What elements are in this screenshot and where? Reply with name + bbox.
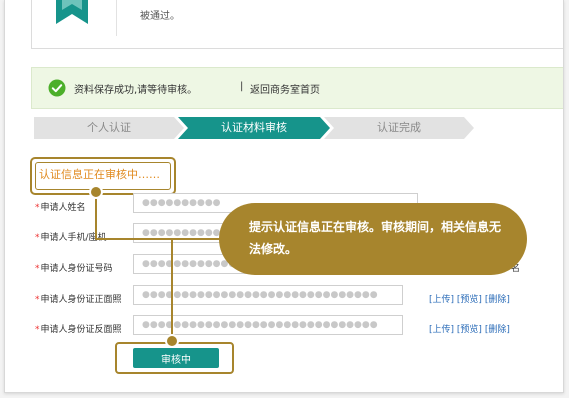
upload-link[interactable]: [上传] <box>429 295 454 305</box>
field-label-id-front: *申请人身份证正面照 <box>35 292 122 305</box>
label-text: 申请人身份证号码 <box>40 264 113 274</box>
preview-link[interactable]: [预览] <box>457 325 482 335</box>
progress-steps: 个人认证 认证材料审核 认证完成 <box>34 117 484 139</box>
field-label-id-back: *申请人身份证反面照 <box>35 322 122 335</box>
label-text: 申请人身份证正面照 <box>40 295 122 305</box>
label-text: 申请人姓名 <box>40 203 86 213</box>
step-auth-complete: 认证完成 <box>324 117 474 139</box>
required-mark: * <box>35 264 40 274</box>
certificate-note: 被通过。 <box>140 11 180 22</box>
check-circle-icon <box>48 79 66 97</box>
card-divider <box>116 0 117 36</box>
success-message: 资料保存成功,请等待审核。 <box>74 85 198 96</box>
step-material-review: 认证材料审核 <box>178 117 330 139</box>
connector-horizontal <box>95 238 221 240</box>
required-mark: * <box>35 203 40 213</box>
status-text: 认证信息正在审核中…… <box>35 162 171 190</box>
required-mark: * <box>35 325 40 335</box>
required-mark: * <box>35 295 40 305</box>
field-label-id-number: *申请人身份证号码 <box>35 261 113 274</box>
id-front-actions: [上传] [预览] [删除] <box>429 292 510 305</box>
status-highlight: 认证信息正在审核中…… <box>30 157 176 195</box>
certificate-card: 被通过。 <box>31 0 563 49</box>
success-bar: 资料保存成功,请等待审核。 | 返回商务室首页 <box>31 67 563 109</box>
id-back-photo-input[interactable] <box>133 315 403 335</box>
id-back-actions: [上传] [预览] [删除] <box>429 322 510 335</box>
delete-link[interactable]: [删除] <box>485 325 510 335</box>
tooltip-bubble: 提示认证信息正在审核。审核期间，相关信息无法修改。 <box>219 203 527 275</box>
id-front-photo-input[interactable] <box>133 285 403 305</box>
connector-vertical-right <box>171 239 173 342</box>
under-review-button[interactable]: 审核中 <box>133 348 219 368</box>
return-home-link[interactable]: 返回商务室首页 <box>250 81 320 96</box>
success-separator: | <box>240 81 244 92</box>
required-mark: * <box>35 233 40 243</box>
delete-link[interactable]: [删除] <box>485 295 510 305</box>
upload-link[interactable]: [上传] <box>429 325 454 335</box>
step-personal-auth: 个人认证 <box>34 117 184 139</box>
label-text: 申请人身份证反面照 <box>40 325 122 335</box>
field-label-name: *申请人姓名 <box>35 200 86 213</box>
connector-dot-status <box>89 185 103 199</box>
connector-dot-button <box>165 334 179 348</box>
badge-ribbon-icon <box>56 0 88 24</box>
preview-link[interactable]: [预览] <box>457 295 482 305</box>
page-frame: 被通过。 资料保存成功,请等待审核。 | 返回商务室首页 个人认证 认证材料审核… <box>4 0 564 393</box>
